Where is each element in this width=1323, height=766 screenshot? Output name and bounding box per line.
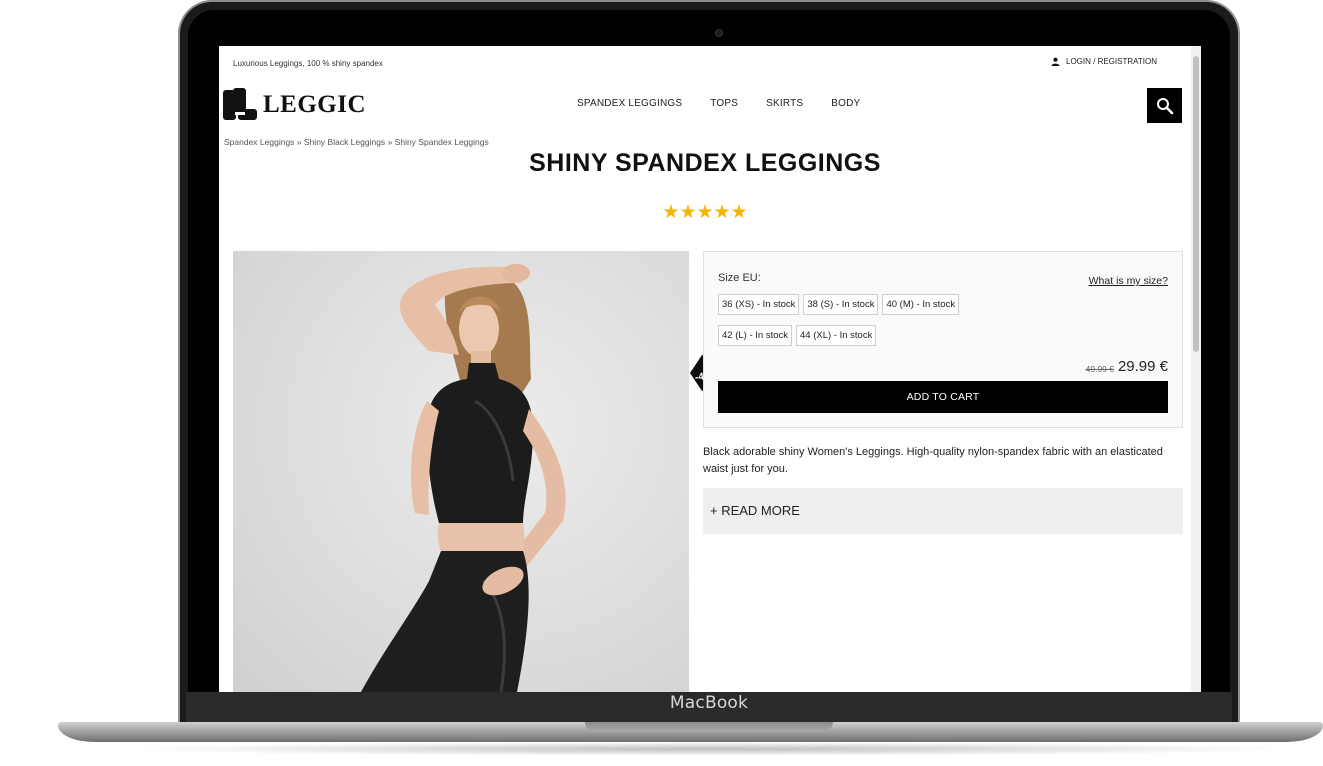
product-options-panel: Size EU: What is my size? 36 (XS) - In s… — [703, 251, 1183, 428]
breadcrumb-item[interactable]: Shiny Black Leggings — [304, 137, 385, 147]
site-logo[interactable]: LEGGIC — [223, 88, 366, 122]
breadcrumb-current: Shiny Spandex Leggings — [394, 137, 489, 147]
main-nav: SPANDEX LEGGINGS TOPS SKIRTS BODY — [577, 98, 860, 109]
breadcrumb-item[interactable]: Spandex Leggings — [224, 137, 294, 147]
browser-viewport: Luxurious Leggings, 100 % shiny spandex … — [219, 46, 1201, 692]
size-options-row: 36 (XS) - In stock 38 (S) - In stock 40 … — [718, 294, 960, 315]
scrollbar[interactable] — [1191, 46, 1201, 692]
size-guide-link[interactable]: What is my size? — [1089, 275, 1168, 287]
search-icon — [1156, 97, 1173, 114]
read-more-toggle[interactable]: + READ MORE — [703, 488, 1183, 534]
logo-text: LEGGIC — [263, 91, 367, 118]
laptop-brand-label: MacBook — [669, 693, 749, 713]
laptop-shadow — [120, 742, 1300, 756]
add-to-cart-button[interactable]: ADD TO CART — [718, 381, 1168, 413]
model-photo — [361, 264, 566, 692]
breadcrumb: Spandex Leggings » Shiny Black Leggings … — [224, 137, 489, 147]
scrollbar-thumb[interactable] — [1193, 56, 1199, 352]
size-option[interactable]: 38 (S) - In stock — [803, 294, 879, 315]
size-option[interactable]: 40 (M) - In stock — [882, 294, 960, 315]
tagline: Luxurious Leggings, 100 % shiny spandex — [233, 59, 383, 68]
user-icon — [1051, 57, 1060, 66]
product-image[interactable] — [233, 251, 689, 692]
breadcrumb-separator: » — [387, 137, 393, 147]
login-link[interactable]: LOGIN / REGISTRATION — [1051, 57, 1157, 66]
login-label: LOGIN / REGISTRATION — [1066, 57, 1157, 66]
nav-skirts[interactable]: SKIRTS — [766, 98, 803, 109]
size-label: Size EU: — [718, 272, 761, 284]
laptop-hinge-notch — [585, 722, 833, 731]
product-description: Black adorable shiny Women's Leggings. H… — [703, 446, 1163, 475]
size-option[interactable]: 36 (XS) - In stock — [718, 294, 800, 315]
size-options-row: 42 (L) - In stock 44 (XL) - In stock — [718, 325, 877, 346]
camera-icon — [715, 29, 723, 37]
nav-body[interactable]: BODY — [831, 98, 860, 109]
size-option[interactable]: 44 (XL) - In stock — [796, 325, 877, 346]
leggic-logo-mark — [223, 88, 257, 120]
rating-stars: ★★★★★ — [662, 202, 748, 223]
product-title: SHINY SPANDEX LEGGINGS — [529, 149, 881, 177]
breadcrumb-separator: » — [296, 137, 302, 147]
old-price: 49.99 € — [1085, 364, 1114, 374]
size-option[interactable]: 42 (L) - In stock — [718, 325, 792, 346]
search-button[interactable] — [1147, 88, 1182, 123]
nav-tops[interactable]: TOPS — [710, 98, 738, 109]
price: 29.99 € — [1117, 358, 1168, 375]
nav-spandex-leggings[interactable]: SPANDEX LEGGINGS — [577, 98, 682, 109]
